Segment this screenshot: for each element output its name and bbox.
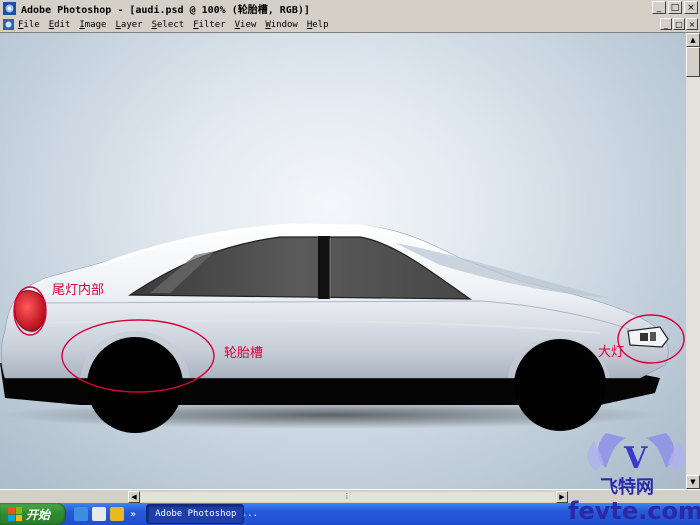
scroll-up-icon[interactable]: ▲ [686, 33, 700, 47]
desktop-icon[interactable] [92, 507, 106, 521]
fevte-watermark: V 飞特网 fevte.com [566, 423, 700, 525]
start-label: 开始 [26, 507, 51, 522]
media-icon[interactable] [110, 507, 124, 521]
menu-file[interactable]: File [18, 20, 40, 30]
car-illustration [0, 223, 685, 433]
doc-close-button[interactable]: × [686, 18, 698, 30]
watermark-brand: 飞特网 [600, 477, 654, 498]
minimize-button[interactable]: _ [652, 1, 666, 14]
start-button[interactable]: 开始 [0, 503, 66, 525]
taskbar-photoshop-button[interactable]: Adobe Photoshop ... [146, 504, 258, 524]
windows-logo-icon [8, 507, 22, 521]
menu-edit[interactable]: Edit [49, 20, 71, 30]
document-canvas[interactable]: 尾灯内部 轮胎槽 大灯 [0, 33, 686, 489]
menu-bar: File Edit Image Layer Select Filter View… [0, 17, 700, 33]
ie-icon[interactable] [74, 507, 88, 521]
vertical-scroll-thumb[interactable] [686, 47, 700, 77]
menu-filter[interactable]: Filter [193, 20, 226, 30]
menu-window[interactable]: Window [265, 20, 298, 30]
scroll-grip-icon[interactable]: ⋮ [343, 491, 351, 503]
menu-image[interactable]: Image [79, 20, 106, 30]
scroll-left-icon[interactable]: ◀ [128, 491, 140, 503]
menu-view[interactable]: View [235, 20, 257, 30]
quicklaunch-more-icon[interactable]: » [130, 509, 136, 520]
taillight-annotation: 尾灯内部 [52, 283, 105, 298]
menu-layer[interactable]: Layer [115, 20, 142, 30]
menu-help[interactable]: Help [307, 20, 329, 30]
vertical-scrollbar[interactable]: ▲ ▼ [686, 33, 700, 489]
window-title: Adobe Photoshop - [audi.psd @ 100% (轮胎槽,… [21, 5, 310, 16]
document-icon[interactable] [3, 19, 14, 30]
close-button[interactable]: × [684, 1, 698, 14]
maximize-button[interactable]: □ [668, 1, 682, 14]
menu-select[interactable]: Select [152, 20, 185, 30]
doc-restore-button[interactable]: □ [673, 18, 685, 30]
quick-launch: » [74, 507, 136, 521]
doc-minimize-button[interactable]: _ [660, 18, 672, 30]
watermark-domain: fevte.com [568, 497, 700, 525]
wheel-well-annotation: 轮胎槽 [224, 346, 264, 361]
photoshop-app-icon[interactable] [3, 2, 16, 15]
taskbar-photoshop-label: Adobe Photoshop ... [155, 509, 259, 519]
title-bar: Adobe Photoshop - [audi.psd @ 100% (轮胎槽,… [0, 0, 700, 17]
watermark-letter: V [624, 441, 648, 476]
headlight-annotation: 大灯 [598, 345, 625, 360]
